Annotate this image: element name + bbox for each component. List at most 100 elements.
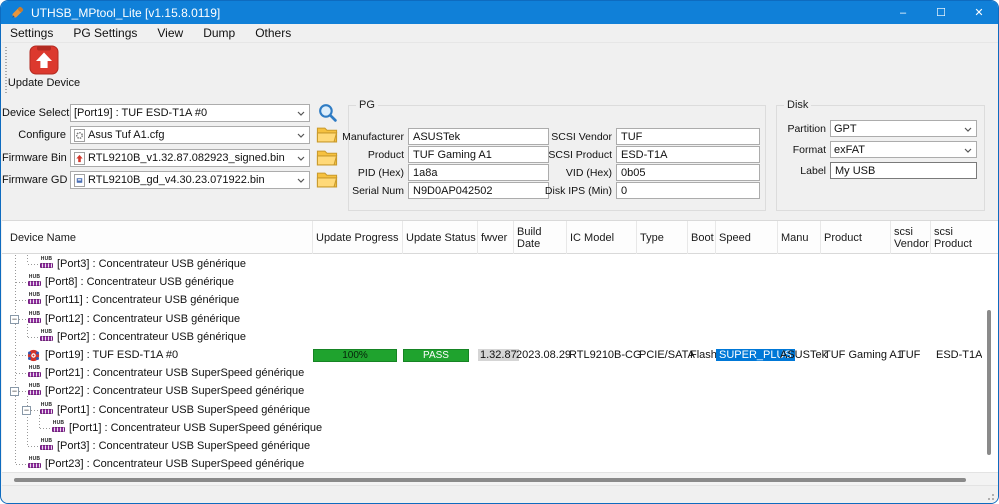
browse-firmware-bin-button[interactable] [315, 147, 339, 167]
collapse-toggle[interactable]: − [10, 387, 19, 396]
disk-group-title: Disk [784, 99, 811, 111]
usb-hub-icon: HUB [39, 257, 54, 271]
manufacturer-field[interactable]: ASUSTek [408, 128, 549, 145]
update-device-icon [29, 45, 59, 75]
app-window: UTHSB_MPtool_Lite [v1.15.8.0119] – ☐ ✕ S… [0, 0, 999, 504]
table-header: Device Name Update Progress Update Statu… [2, 221, 999, 254]
vid-hex-field[interactable]: 0b05 [616, 164, 760, 181]
tree-connector [16, 282, 26, 283]
tree-row-port3[interactable]: HUB [Port3] : Concentrateur USB génériqu… [2, 255, 982, 273]
col-update-status[interactable]: Update Status [403, 221, 478, 254]
firmware-gd-label: Firmware GD [2, 174, 66, 186]
col-ic-model[interactable]: IC Model [567, 221, 637, 254]
menu-others[interactable]: Others [245, 24, 301, 42]
partition-combo[interactable]: GPT [830, 120, 977, 137]
usb-hub-icon: HUB [27, 293, 42, 307]
cell-scsi-product: ESD-T1A [936, 349, 982, 361]
browse-firmware-gd-button[interactable] [315, 169, 339, 189]
gd-file-icon [74, 174, 85, 187]
col-device-name[interactable]: Device Name [2, 221, 313, 254]
tree-row-port8[interactable]: HUB [Port8] : Concentrateur USB génériqu… [2, 273, 982, 291]
firmware-gd-combo[interactable]: RTL9210B_gd_v4.30.23.071922.bin [70, 171, 310, 189]
usb-hub-icon: HUB [39, 439, 54, 453]
configure-combo[interactable]: Asus Tuf A1.cfg [70, 126, 310, 144]
collapse-toggle[interactable]: − [10, 315, 19, 324]
product-field[interactable]: TUF Gaming A1 [408, 146, 549, 163]
disk-ips-field[interactable]: 0 [616, 182, 760, 199]
folder-icon [316, 126, 338, 143]
tree-connector [19, 391, 26, 392]
partition-value: GPT [834, 123, 857, 135]
format-label: Format [772, 144, 826, 156]
tree-row-port1-child[interactable]: HUB [Port1] : Concentrateur USB SuperSpe… [2, 419, 982, 437]
col-speed[interactable]: Speed [716, 221, 778, 254]
usb-hub-icon: HUB [27, 275, 42, 289]
menu-pg-settings[interactable]: PG Settings [63, 24, 147, 42]
firmware-gd-value: RTL9210B_gd_v4.30.23.071922.bin [88, 174, 265, 186]
tree-row-port19-device[interactable]: [Port19] : TUF ESD-T1A #0 100% PASS 1.32… [2, 346, 982, 364]
window-title: UTHSB_MPtool_Lite [v1.15.8.0119] [31, 6, 220, 20]
tree-connector [28, 337, 38, 338]
tree-row-port2[interactable]: HUB [Port2] : Concentrateur USB génériqu… [2, 328, 982, 346]
tree-row-port21[interactable]: HUB [Port21] : Concentrateur USB SuperSp… [2, 364, 982, 382]
folder-icon [316, 149, 338, 166]
label-field[interactable]: My USB [830, 162, 977, 179]
scsi-vendor-field[interactable]: TUF [616, 128, 760, 145]
serial-num-label: Serial Num [338, 185, 404, 197]
col-type[interactable]: Type [637, 221, 688, 254]
tree-row-port23[interactable]: HUB [Port23] : Concentrateur USB SuperSp… [2, 455, 982, 472]
menu-view[interactable]: View [147, 24, 193, 42]
titlebar: UTHSB_MPtool_Lite [v1.15.8.0119] – ☐ ✕ [1, 1, 998, 24]
browse-configure-button[interactable] [315, 124, 339, 144]
col-build-date[interactable]: Build Date [514, 221, 567, 254]
usb-hub-icon: HUB [39, 330, 54, 344]
folder-icon [316, 171, 338, 188]
format-combo[interactable]: exFAT [830, 141, 977, 158]
minimize-button[interactable]: – [884, 1, 922, 24]
col-scsi-product[interactable]: scsi Product [931, 221, 983, 254]
cell-build-date: 2023.08.29 [516, 349, 571, 361]
tree-row-port3-sub[interactable]: HUB [Port3] : Concentrateur USB SuperSpe… [2, 437, 982, 455]
col-fwver[interactable]: fwver [478, 221, 514, 254]
maximize-button[interactable]: ☐ [922, 1, 960, 24]
vertical-scrollbar[interactable] [985, 255, 993, 472]
app-icon [10, 6, 24, 20]
tree-row-port12[interactable]: − HUB [Port12] : Concentrateur USB génér… [2, 310, 982, 328]
tree-row-port1[interactable]: − HUB [Port1] : Concentrateur USB SuperS… [2, 401, 982, 419]
col-product[interactable]: Product [821, 221, 891, 254]
update-device-button[interactable]: Update Device [8, 45, 80, 95]
firmware-bin-combo[interactable]: RTL9210B_v1.32.87.082923_signed.bin [70, 149, 310, 167]
tree-row-port22[interactable]: − HUB [Port22] : Concentrateur USB Super… [2, 382, 982, 400]
vertical-scrollbar-thumb[interactable] [987, 310, 991, 455]
collapse-toggle[interactable]: − [22, 406, 31, 415]
usb-hub-icon: HUB [27, 366, 42, 380]
search-device-button[interactable] [315, 102, 339, 122]
menu-settings[interactable]: Settings [2, 24, 63, 42]
update-status-badge: PASS [403, 349, 469, 362]
pid-hex-field[interactable]: 1a8a [408, 164, 549, 181]
resize-grip-icon[interactable] [985, 491, 995, 501]
horizontal-scrollbar-thumb[interactable] [14, 478, 966, 482]
tree-row-port11[interactable]: HUB [Port11] : Concentrateur USB génériq… [2, 291, 982, 309]
col-update-progress[interactable]: Update Progress [313, 221, 403, 254]
device-select-combo[interactable]: [Port19] : TUF ESD-T1A #0 [70, 104, 310, 122]
menu-dump[interactable]: Dump [193, 24, 245, 42]
usb-hub-icon: HUB [27, 312, 42, 326]
tree-connector [40, 428, 50, 429]
product-label: Product [338, 149, 404, 161]
close-button[interactable]: ✕ [960, 1, 998, 24]
scsi-product-field[interactable]: ESD-T1A [616, 146, 760, 163]
serial-num-field[interactable]: N9D0AP042502 [408, 182, 549, 199]
menubar: Settings PG Settings View Dump Others [2, 24, 998, 43]
col-scsi-vendor[interactable]: scsi Vendor [891, 221, 931, 254]
col-manu[interactable]: Manu [778, 221, 821, 254]
horizontal-scrollbar[interactable] [2, 472, 999, 486]
configure-value: Asus Tuf A1.cfg [88, 129, 164, 141]
col-boot[interactable]: Boot [688, 221, 716, 254]
tree-connector [16, 355, 26, 356]
usb-device-icon [27, 349, 40, 362]
tree-connector [31, 410, 38, 411]
device-select-label: Device Select [2, 107, 66, 119]
pid-hex-label: PID (Hex) [338, 167, 404, 179]
bin-file-icon [74, 152, 85, 165]
